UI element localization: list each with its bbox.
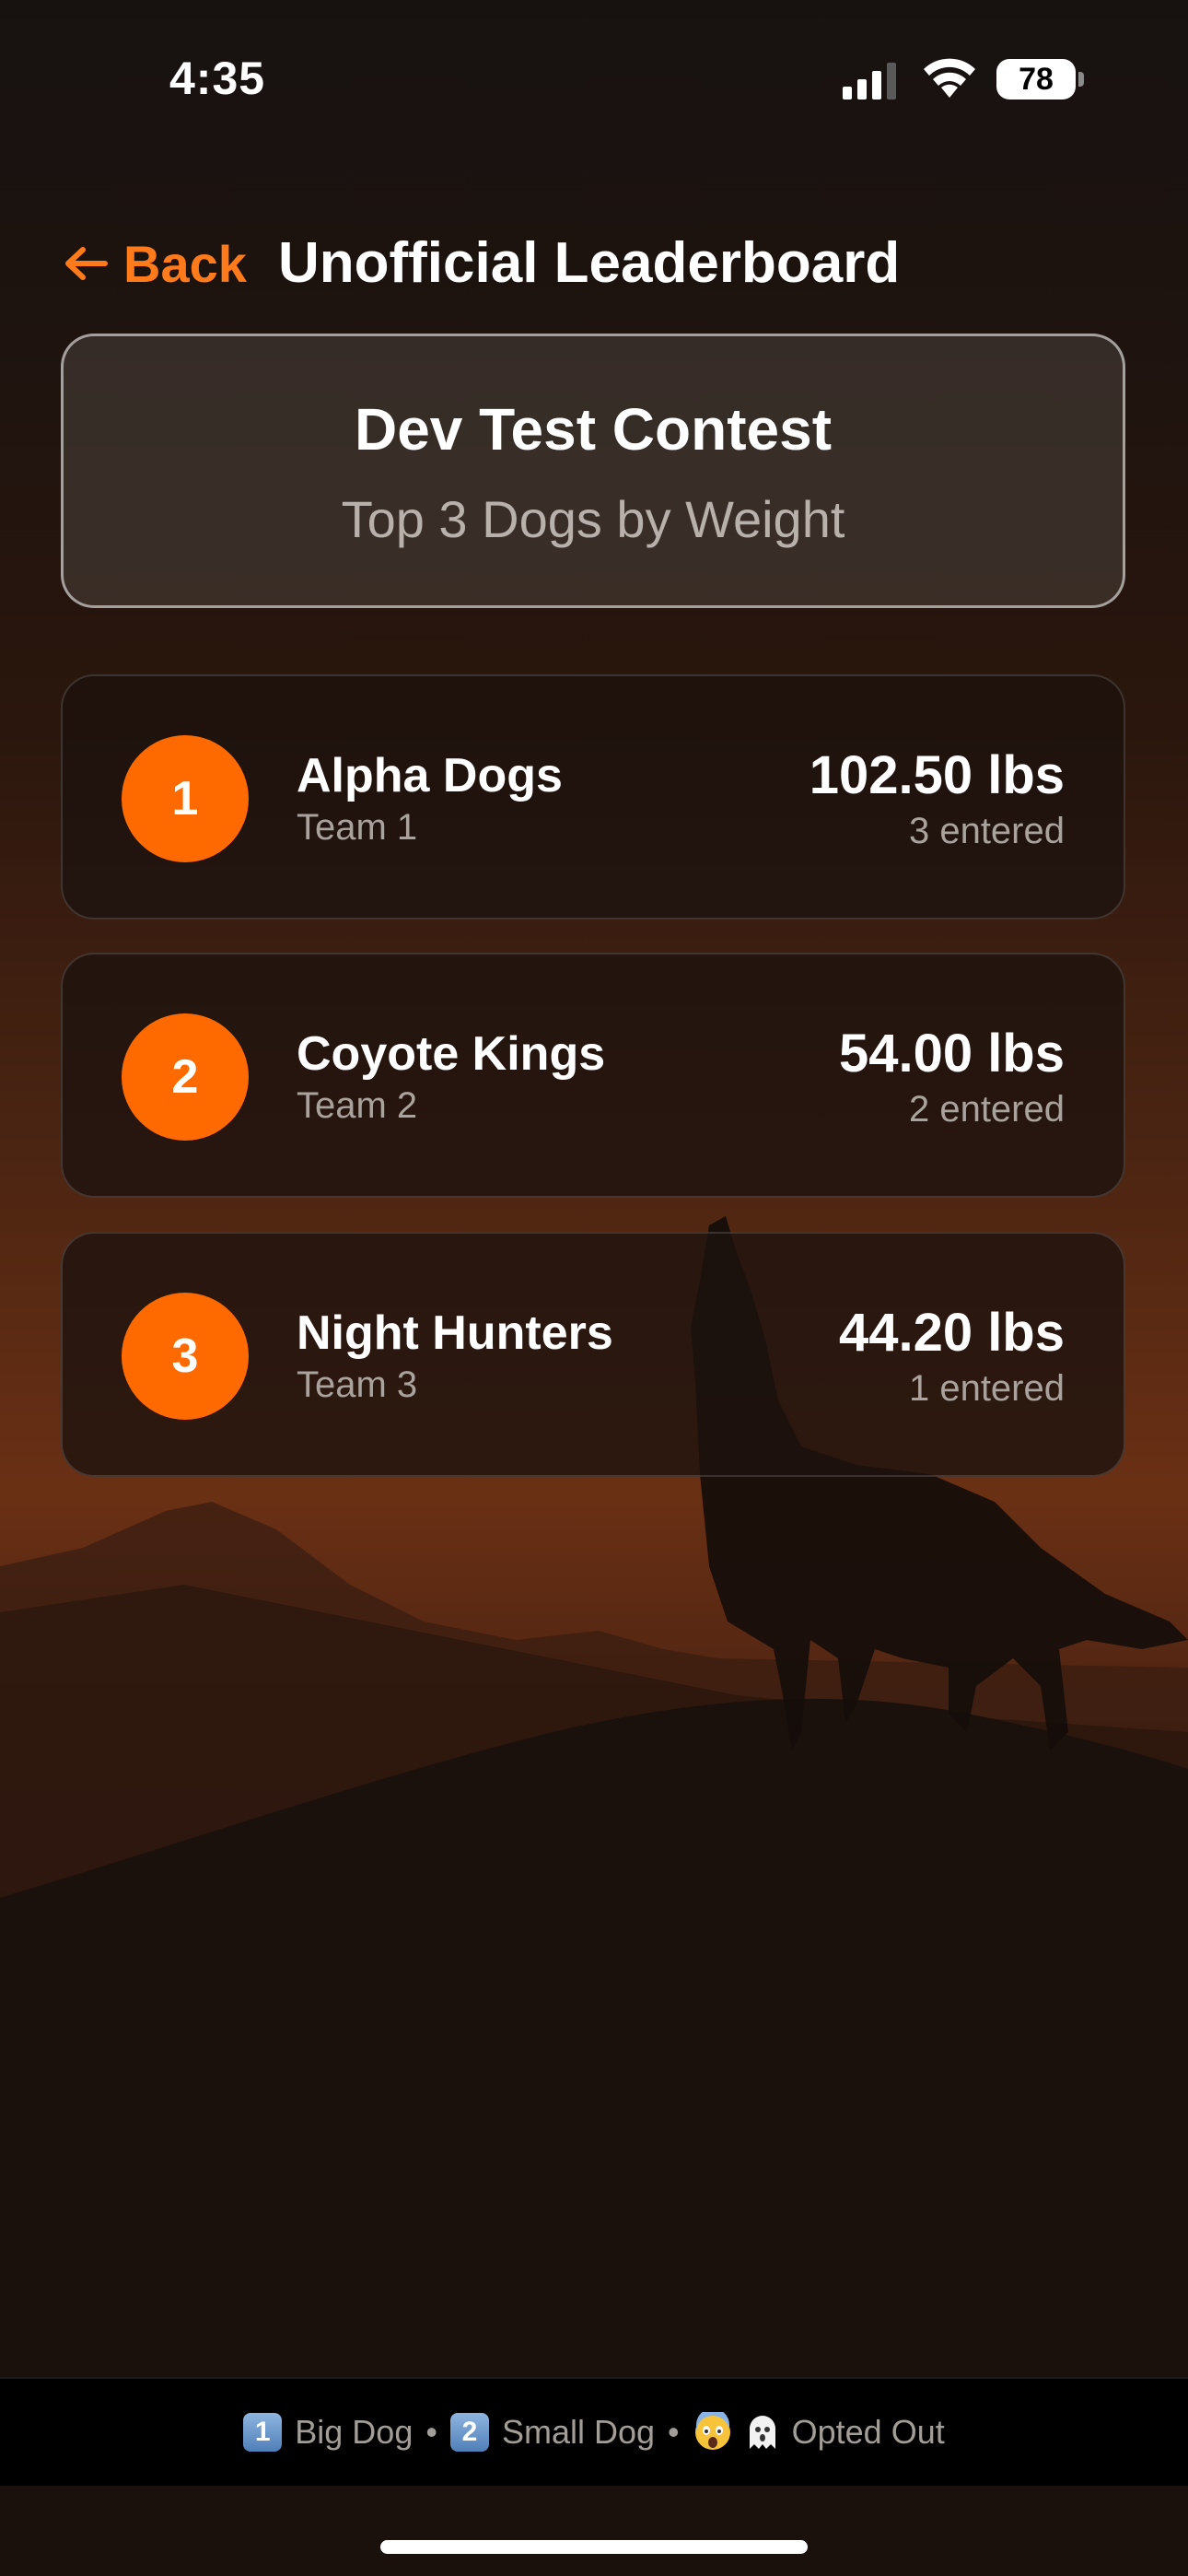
- battery-cap: [1078, 72, 1084, 87]
- team-weight: 102.50 lbs: [809, 745, 1065, 805]
- ghost-emoji-icon: [749, 2416, 775, 2449]
- legend-small-dog: Small Dog: [501, 2413, 656, 2451]
- signal-icon: [843, 63, 896, 100]
- team-entered-count: 3 entered: [908, 811, 1065, 851]
- battery-level: 78: [1019, 62, 1054, 97]
- team-entered-count: 1 entered: [908, 1368, 1065, 1409]
- status-bar: 4:35 78: [0, 0, 1188, 157]
- battery-icon: 78: [996, 59, 1076, 100]
- leaderboard-row[interactable]: 2 Coyote Kings Team 2 54.00 lbs 2 entere…: [61, 953, 1125, 1198]
- back-label: Back: [123, 234, 247, 293]
- page-title: Unofficial Leaderboard: [278, 231, 901, 295]
- team-label: Team 3: [297, 1364, 418, 1405]
- contest-subtitle: Top 3 Dogs by Weight: [341, 490, 845, 548]
- legend-separator: •: [425, 2413, 437, 2451]
- rank-badge: 3: [122, 1293, 249, 1420]
- keycap-two-icon: 2: [449, 2413, 489, 2452]
- status-time: 4:35: [169, 53, 266, 104]
- team-weight: 54.00 lbs: [838, 1024, 1065, 1083]
- team-name: Alpha Dogs: [297, 749, 563, 802]
- legend-big-dog: Big Dog: [295, 2413, 413, 2451]
- contest-name: Dev Test Contest: [354, 396, 833, 463]
- footer-legend: 1 Big Dog • 2 Small Dog • Opted Out: [0, 2377, 1188, 2486]
- wifi-icon: [924, 58, 975, 98]
- back-button[interactable]: Back: [63, 230, 247, 297]
- keycap-one-icon: 1: [243, 2413, 283, 2452]
- leaderboard-row[interactable]: 3 Night Hunters Team 3 44.20 lbs 1 enter…: [61, 1232, 1125, 1477]
- rank-badge: 2: [122, 1013, 249, 1141]
- team-label: Team 1: [297, 807, 418, 848]
- team-label: Team 2: [297, 1085, 418, 1126]
- contest-card: Dev Test Contest Top 3 Dogs by Weight: [61, 334, 1125, 608]
- team-entered-count: 2 entered: [908, 1089, 1065, 1130]
- team-name: Coyote Kings: [297, 1027, 606, 1081]
- back-arrow-icon: [65, 247, 108, 280]
- legend-opted-out: Opted Out: [791, 2413, 945, 2451]
- leaderboard-row[interactable]: 1 Alpha Dogs Team 1 102.50 lbs 3 entered: [61, 674, 1125, 919]
- home-indicator[interactable]: [380, 2540, 808, 2554]
- team-weight: 44.20 lbs: [838, 1303, 1065, 1363]
- team-name: Night Hunters: [297, 1306, 613, 1360]
- legend-separator: •: [668, 2413, 680, 2451]
- rank-badge: 1: [122, 735, 249, 862]
- scream-emoji-icon: [694, 2412, 730, 2450]
